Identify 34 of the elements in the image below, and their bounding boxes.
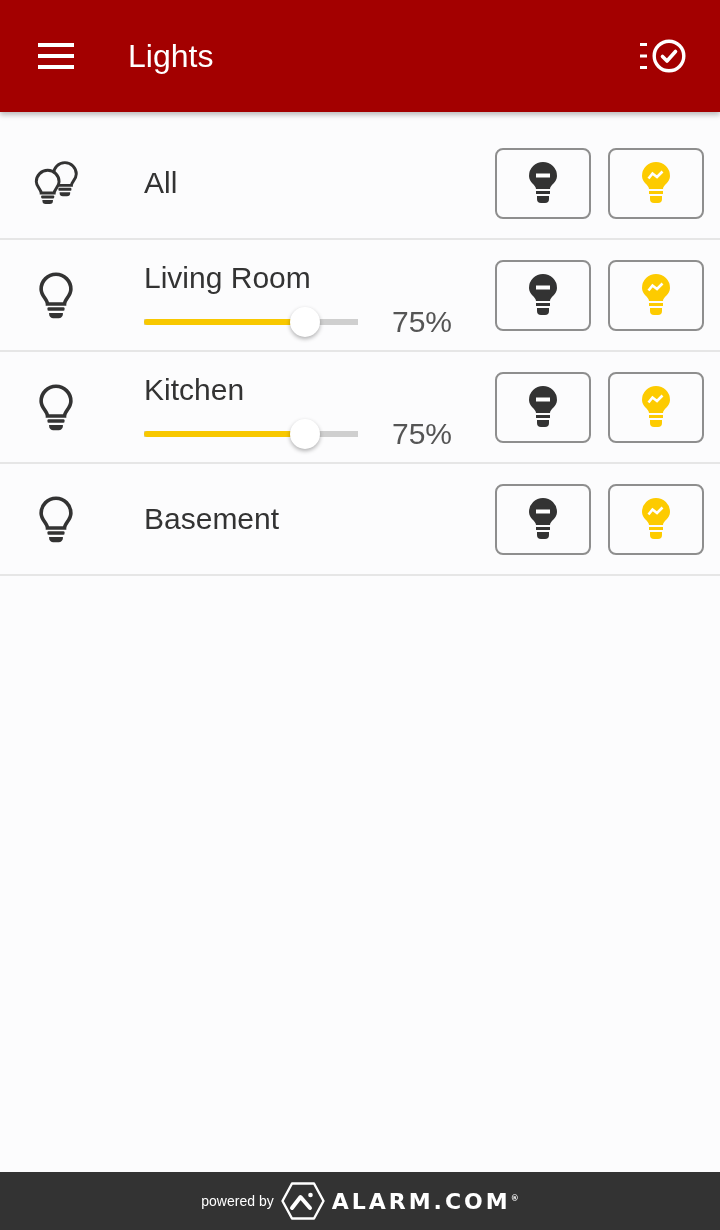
light-on-button[interactable] xyxy=(608,483,704,555)
light-off-button[interactable] xyxy=(495,147,591,219)
light-off-button[interactable] xyxy=(495,483,591,555)
light-off-button[interactable] xyxy=(495,259,591,331)
light-name: Basement xyxy=(144,502,280,536)
brand-name: ALARM.COM$^{®}$ xyxy=(331,1188,519,1214)
bulb-zigzag-icon xyxy=(641,162,671,204)
light-name: Living Room xyxy=(144,261,311,295)
light-name: Kitchen xyxy=(144,373,245,407)
menu-icon[interactable] xyxy=(38,43,74,69)
slider-thumb[interactable] xyxy=(289,307,320,337)
bulb-minus-icon xyxy=(528,386,558,428)
bulb-zigzag-icon xyxy=(641,498,671,540)
list-check-icon[interactable] xyxy=(640,39,686,73)
lightbulb-icon xyxy=(39,383,73,431)
bulb-minus-icon xyxy=(528,274,558,316)
brightness-reading: 75% xyxy=(392,305,453,339)
screen-title: Lights xyxy=(128,37,214,75)
two-lightbulbs-icon xyxy=(34,161,78,205)
bulb-minus-icon xyxy=(528,162,558,204)
bulb-zigzag-icon xyxy=(641,274,671,316)
hexagon-logo-icon xyxy=(280,1182,325,1220)
bulb-minus-icon xyxy=(528,498,558,540)
brightness-reading: 75% xyxy=(392,417,453,451)
light-on-button[interactable] xyxy=(608,147,704,219)
powered-by-text: powered by xyxy=(201,1193,274,1209)
lightbulb-icon xyxy=(39,495,73,543)
light-on-button[interactable] xyxy=(608,259,704,331)
lightbulb-icon xyxy=(39,271,73,319)
light-off-button[interactable] xyxy=(495,371,591,443)
slider-thumb[interactable] xyxy=(289,419,320,449)
light-on-button[interactable] xyxy=(608,371,704,443)
light-name: All xyxy=(144,166,178,200)
bulb-zigzag-icon xyxy=(641,386,671,428)
